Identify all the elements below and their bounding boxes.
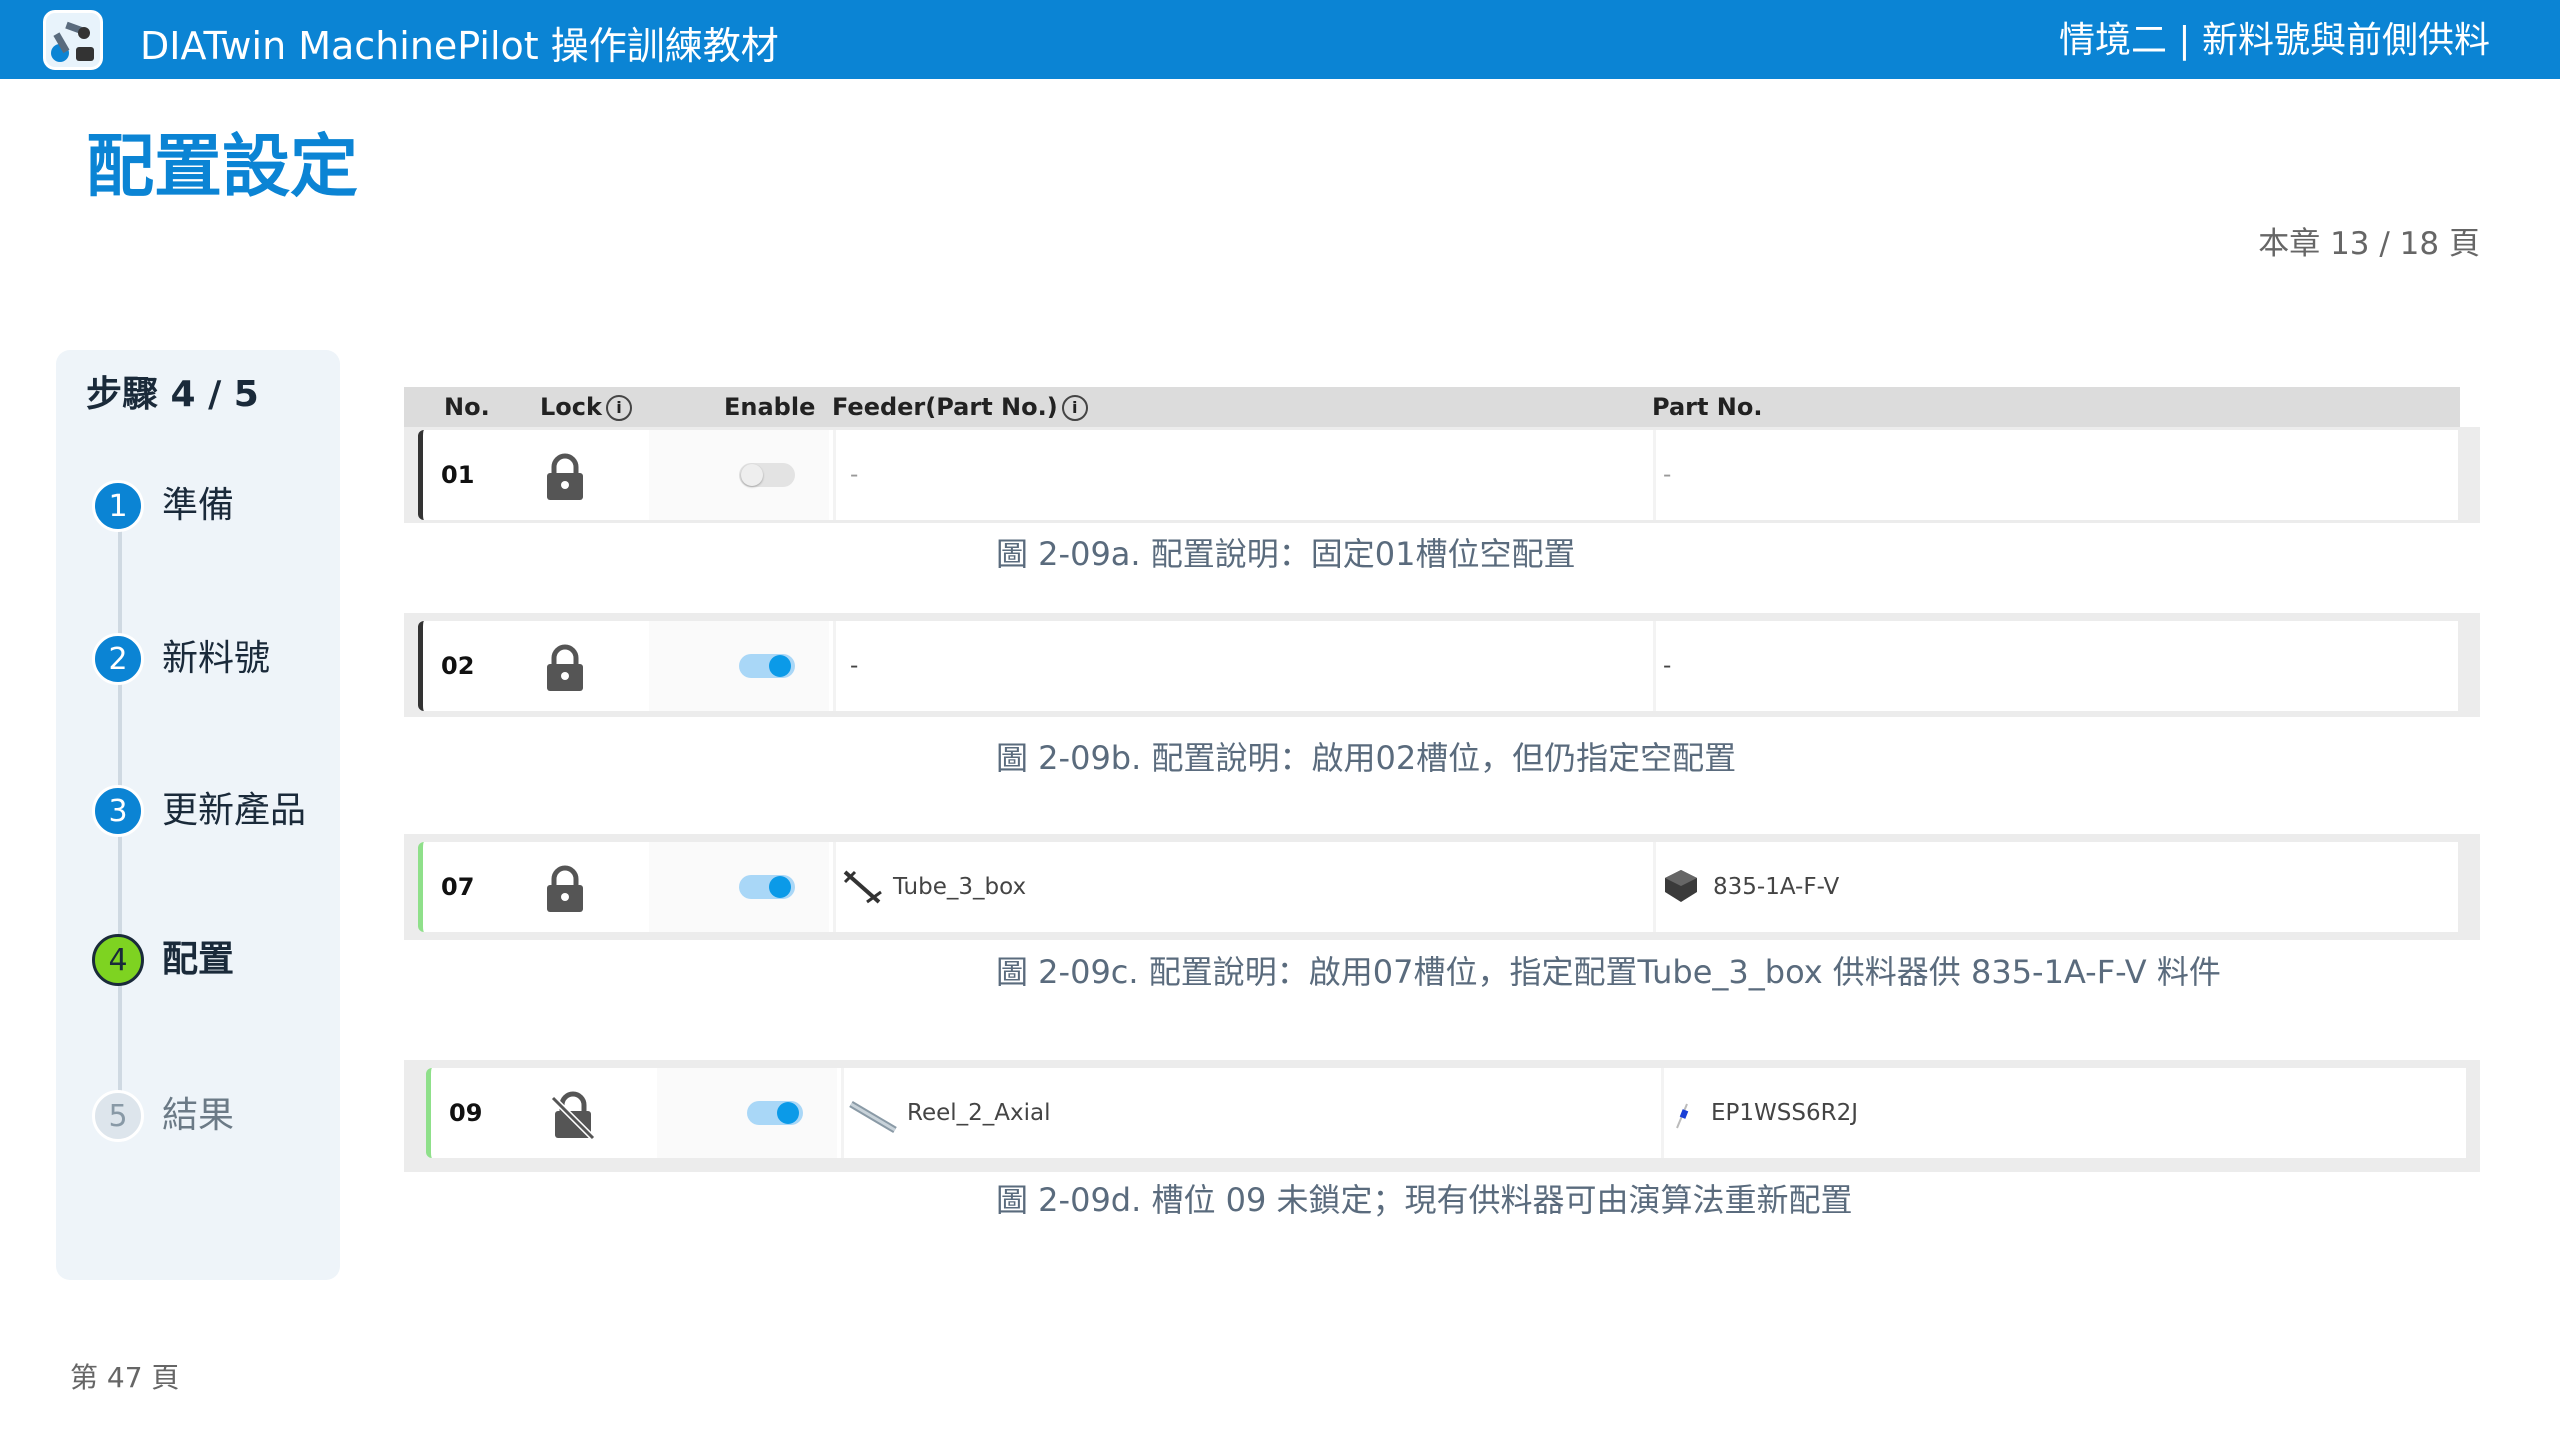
column-header-part-no: Part No. — [1652, 393, 1763, 421]
toggle-knob — [777, 1102, 799, 1124]
part-no-cell[interactable]: - — [1663, 621, 1671, 711]
toggle-knob — [741, 464, 763, 486]
slot-row-07[interactable]: 07 Tube_3_box 835-1A-F-V — [418, 842, 2458, 932]
column-divider — [833, 430, 836, 520]
feeder-cell[interactable]: Reel_2_Axial — [907, 1068, 1051, 1158]
info-icon[interactable]: i — [1061, 395, 1088, 421]
slot-row-02[interactable]: 02 - - — [418, 621, 2458, 711]
slot-number: 02 — [441, 652, 475, 680]
step-number: 3 — [92, 785, 144, 837]
step-number: 5 — [92, 1090, 144, 1142]
step-4[interactable]: 4 配置 — [92, 934, 332, 990]
step-3[interactable]: 3 更新產品 — [92, 785, 332, 841]
slot-row-09[interactable]: 09 Reel_2_Axial EP1WSS6R2J — [426, 1068, 2466, 1158]
step-number: 4 — [92, 934, 144, 986]
figure-d-panel: 09 Reel_2_Axial EP1WSS6R2J — [404, 1060, 2480, 1172]
part-no-cell[interactable]: - — [1663, 430, 1671, 520]
lock-icon[interactable] — [543, 452, 587, 502]
column-divider — [833, 842, 836, 932]
column-header-enable: Enable — [724, 393, 816, 421]
chapter-page-indicator: 本章 13 / 18 頁 — [2258, 226, 2480, 262]
app-title: DIATwin MachinePilot 操作訓練教材 — [140, 24, 779, 68]
column-header-lock-label: Lock — [540, 393, 602, 421]
toggle-knob — [769, 876, 791, 898]
enable-toggle[interactable] — [739, 463, 795, 487]
step-5[interactable]: 5 結果 — [92, 1090, 332, 1146]
enable-toggle[interactable] — [739, 654, 795, 678]
step-label: 準備 — [162, 485, 235, 526]
column-divider — [1653, 621, 1656, 711]
step-1[interactable]: 1 準備 — [92, 480, 332, 536]
figure-c-panel: 07 Tube_3_box 835-1A-F-V — [404, 834, 2480, 940]
lock-icon[interactable] — [543, 864, 587, 914]
column-divider — [841, 1068, 844, 1158]
figure-caption: 圖 2-09d. 槽位 09 未鎖定；現有供料器可由演算法重新配置 — [996, 1181, 1853, 1219]
slot-number: 01 — [441, 461, 475, 489]
column-divider — [833, 621, 836, 711]
column-header-no: No. — [444, 393, 490, 421]
step-number: 1 — [92, 480, 144, 532]
slot-row-01[interactable]: 01 - - — [418, 430, 2458, 520]
robot-arm-logo-icon — [43, 10, 103, 70]
figure-b-panel: 02 - - — [404, 613, 2480, 717]
slot-number: 09 — [449, 1099, 483, 1127]
step-2[interactable]: 2 新料號 — [92, 633, 332, 689]
column-divider — [1653, 430, 1656, 520]
steps-panel: 步驟 4 / 5 1 準備 2 新料號 3 更新產品 4 配置 5 結果 — [56, 350, 340, 1280]
column-divider — [1653, 842, 1656, 932]
component-resistor-icon — [1676, 1103, 1689, 1129]
unlocked-lock-icon[interactable] — [551, 1090, 595, 1140]
column-header-lock: Lock i — [540, 387, 632, 427]
step-label: 結果 — [162, 1095, 235, 1136]
column-header-feeder: Feeder(Part No.) i — [832, 387, 1088, 427]
step-label: 新料號 — [162, 638, 271, 679]
top-header-bar: DIATwin MachinePilot 操作訓練教材 情境二 | 新料號與前側… — [0, 0, 2560, 79]
steps-header: 步驟 4 / 5 — [86, 374, 259, 415]
feeder-cell[interactable]: - — [850, 430, 858, 520]
component-chip-icon — [1665, 870, 1697, 902]
table-header: No. Lock i Enable Feeder(Part No.) i Part … — [404, 387, 2460, 427]
enable-toggle[interactable] — [747, 1101, 803, 1125]
column-header-feeder-label: Feeder(Part No.) — [832, 393, 1058, 421]
lock-icon[interactable] — [543, 643, 587, 693]
tube-feeder-icon — [843, 870, 882, 904]
enable-toggle[interactable] — [739, 875, 795, 899]
slot-number: 07 — [441, 873, 475, 901]
toggle-knob — [769, 655, 791, 677]
part-no-cell[interactable]: 835-1A-F-V — [1713, 842, 1839, 932]
step-number: 2 — [92, 633, 144, 685]
footer-page-number: 第 47 頁 — [70, 1361, 180, 1394]
figure-caption: 圖 2-09a. 配置說明：固定01槽位空配置 — [996, 535, 1576, 573]
part-no-cell[interactable]: EP1WSS6R2J — [1711, 1068, 1858, 1158]
section-title: 情境二 | 新料號與前側供料 — [2058, 20, 2490, 61]
info-icon[interactable]: i — [605, 395, 632, 421]
step-label: 配置 — [162, 939, 235, 980]
step-label: 更新產品 — [162, 790, 307, 831]
reel-feeder-icon — [849, 1100, 897, 1134]
figure-caption: 圖 2-09b. 配置說明：啟用02槽位，但仍指定空配置 — [996, 739, 1737, 777]
feeder-cell[interactable]: Tube_3_box — [893, 842, 1026, 932]
figure-a-panel: 01 - - — [404, 427, 2480, 523]
page-title: 配置設定 — [86, 128, 359, 207]
figure-caption: 圖 2-09c. 配置說明：啟用07槽位，指定配置Tube_3_box 供料器供… — [996, 953, 2221, 991]
column-divider — [1661, 1068, 1664, 1158]
feeder-cell[interactable]: - — [850, 621, 858, 711]
